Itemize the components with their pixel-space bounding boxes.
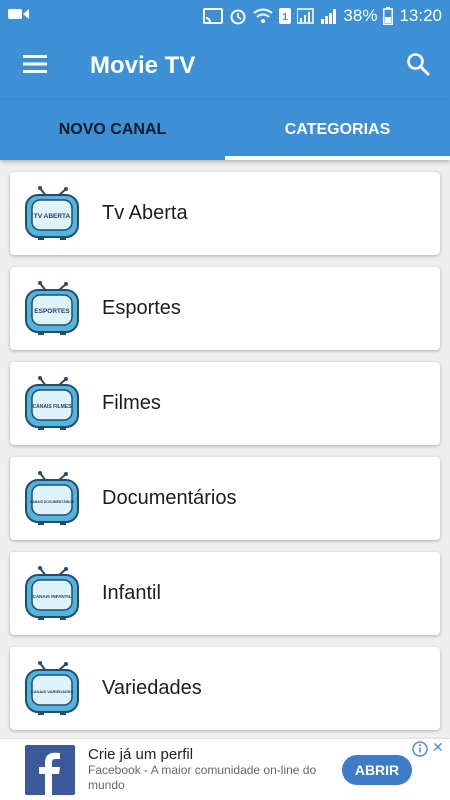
cast-icon (203, 8, 224, 24)
category-item-esportes[interactable]: ESPORTES Esportes (10, 267, 440, 350)
tv-icon-text: TV ABERTA (34, 213, 71, 220)
ad-title: Crie já um perfil (88, 746, 194, 763)
ad-close-icon[interactable]: ✕ (432, 739, 444, 756)
video-camera-icon (8, 7, 30, 26)
category-item-documentarios[interactable]: CANAIS DOCUMENTÁRIOS Documentários (10, 457, 440, 540)
category-label: Variedades (102, 677, 202, 699)
active-tab-indicator (225, 156, 450, 160)
app-title: Movie TV (90, 52, 196, 79)
category-item-infantil[interactable]: CANAIS INFANTIL Infantil (10, 552, 440, 635)
ad-text: Crie já um perfil Facebook - A maior com… (88, 746, 338, 793)
category-label: Esportes (102, 297, 181, 319)
tv-icon-text: CANAIS DOCUMENTÁRIOS (30, 499, 75, 504)
hamburger-menu-icon (23, 54, 47, 78)
tab-bar: NOVO CANAL CATEGORIAS (0, 100, 450, 160)
category-label: Infantil (102, 582, 161, 604)
category-item-tv-aberta[interactable]: TV ABERTA Tv Aberta (10, 172, 440, 255)
tab-label: NOVO CANAL (58, 121, 167, 138)
category-label: Tv Aberta (102, 202, 188, 224)
signal-bars-icon (321, 8, 337, 24)
sim-icon: 1 (279, 8, 292, 24)
ad-description: Facebook - A maior comunidade on-line do… (88, 763, 317, 792)
menu-button[interactable] (0, 32, 70, 100)
tab-label: CATEGORIAS (284, 121, 391, 138)
tv-icon-text: CANAIS INFANTIL (33, 594, 72, 599)
tv-icon: TV ABERTA (25, 185, 79, 240)
battery-percent: 38% (343, 6, 378, 25)
status-right: 1 38% 13:20 (203, 6, 442, 26)
category-list: TV ABERTA Tv Aberta ESPORTES Esportes CA… (10, 172, 440, 742)
tv-icon: CANAIS VARIEDADES (25, 660, 79, 715)
tab-novo-canal[interactable]: NOVO CANAL (0, 100, 225, 160)
tv-icon-text: CANAIS FILMES (33, 404, 73, 410)
battery-icon (383, 7, 394, 25)
tab-categorias[interactable]: CATEGORIAS (225, 100, 450, 160)
app-bar: Movie TV (0, 32, 450, 100)
wifi-icon (253, 8, 274, 24)
category-label: Documentários (102, 487, 237, 509)
search-icon (406, 52, 430, 81)
tv-icon: CANAIS DOCUMENTÁRIOS (25, 470, 79, 525)
search-button[interactable] (386, 32, 450, 100)
status-bar: 1 38% 13:20 (0, 0, 450, 32)
svg-text:1: 1 (283, 12, 289, 23)
tv-icon: CANAIS INFANTIL (25, 565, 79, 620)
category-item-filmes[interactable]: CANAIS FILMES Filmes (10, 362, 440, 445)
clock: 13:20 (399, 6, 442, 25)
ad-open-button[interactable]: ABRIR (342, 755, 412, 785)
alarm-icon (229, 7, 247, 25)
tv-icon-text: CANAIS VARIEDADES (31, 689, 74, 694)
tv-icon: CANAIS FILMES (25, 375, 79, 430)
ad-banner[interactable]: Crie já um perfil Facebook - A maior com… (0, 738, 450, 800)
tv-icon: ESPORTES (25, 280, 79, 335)
signal-icon (297, 8, 315, 24)
category-item-variedades[interactable]: CANAIS VARIEDADES Variedades (10, 647, 440, 730)
ad-info-icon[interactable] (412, 741, 428, 762)
tv-icon-text: ESPORTES (34, 308, 70, 315)
category-label: Filmes (102, 392, 161, 414)
status-left (8, 7, 30, 26)
facebook-logo-icon (25, 744, 75, 795)
